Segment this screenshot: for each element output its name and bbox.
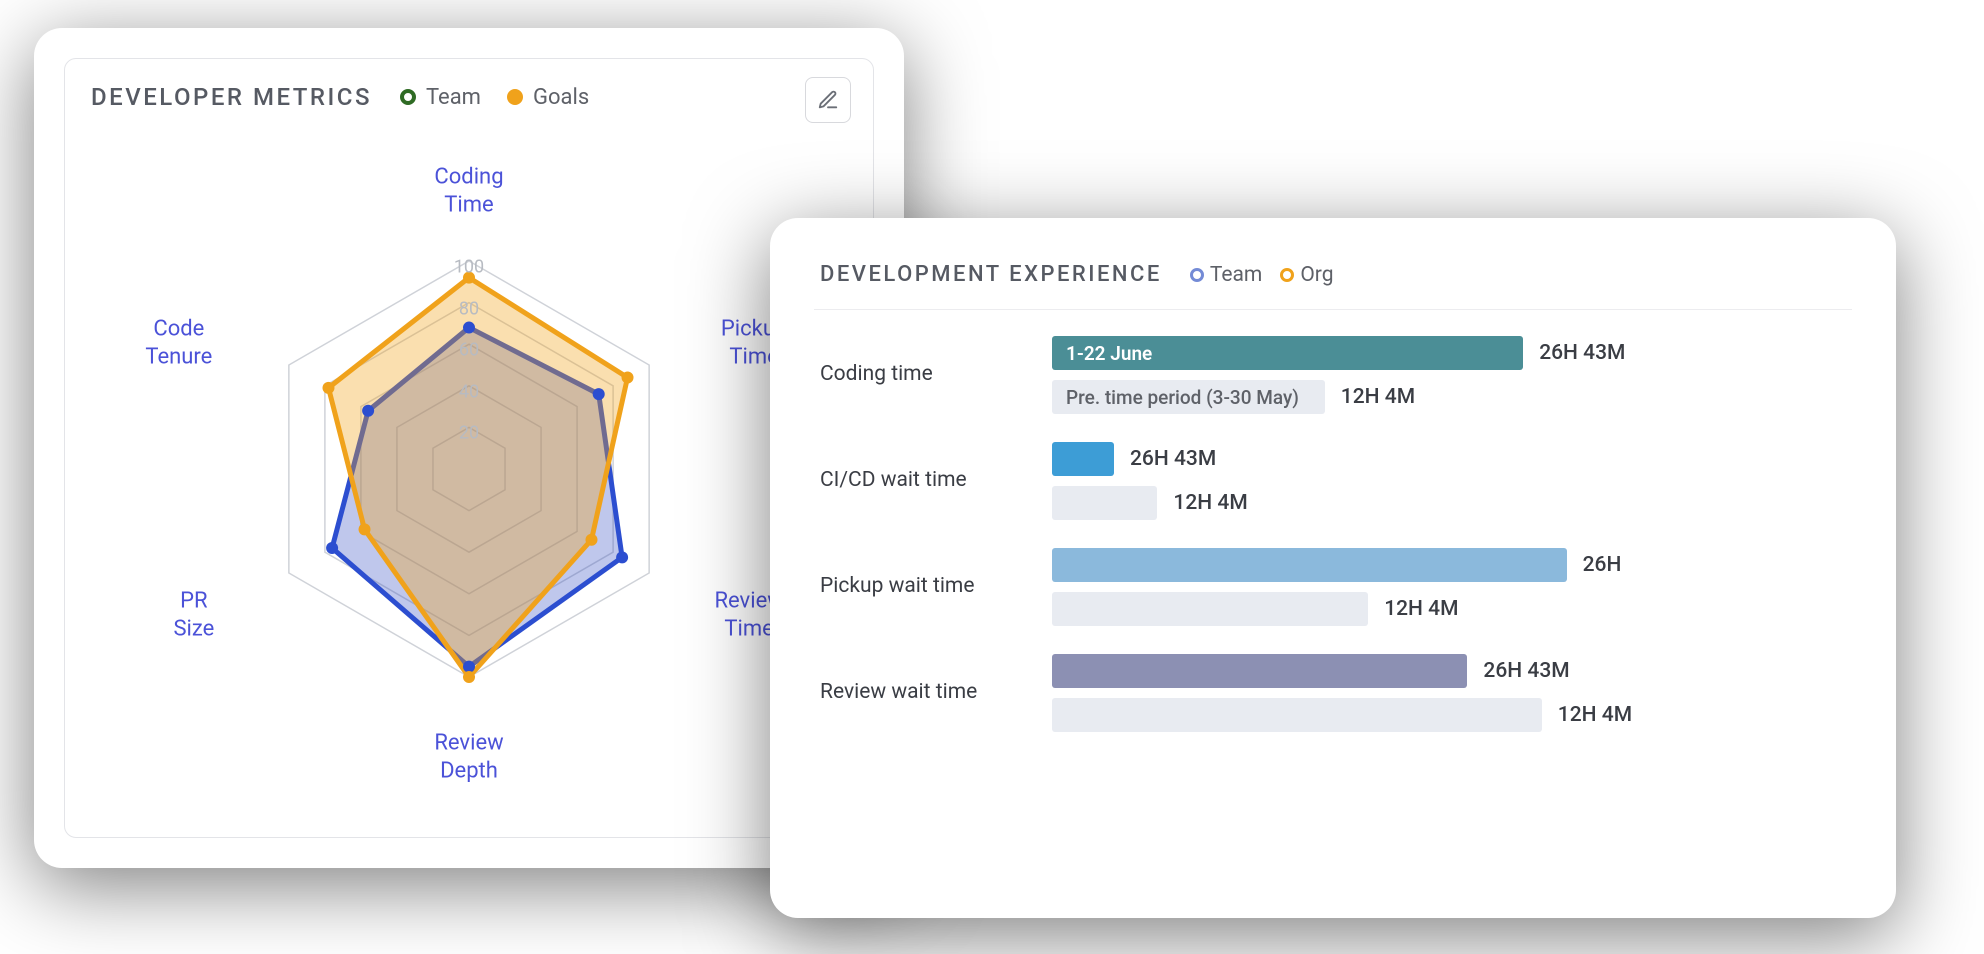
developer-metrics-legend: Team Goals — [400, 85, 589, 110]
development-experience-title: DEVELOPMENT EXPERIENCE — [820, 262, 1162, 287]
bar-row: Pickup wait time 26H 12H 4M — [820, 548, 1852, 626]
edit-button[interactable] — [805, 77, 851, 123]
legend-org-label: Org — [1300, 263, 1333, 287]
radar-tick-label: 100 — [454, 257, 484, 278]
legend-item-org: Org — [1280, 263, 1333, 287]
radar-axis-label: Review Depth — [434, 730, 503, 785]
bar-row-label: CI/CD wait time — [820, 468, 1030, 493]
development-experience-header: DEVELOPMENT EXPERIENCE Team Org — [814, 258, 1852, 310]
bar-previous: Pre. time period (3-30 May) — [1052, 380, 1325, 414]
legend-goals-label: Goals — [533, 85, 589, 110]
bar-row: Coding time 1-22 June 26H 43M Pre. time per… — [820, 336, 1852, 414]
radar-tick-label: 60 — [459, 340, 479, 361]
bar-current — [1052, 654, 1467, 688]
legend-team-label: Team — [426, 85, 481, 110]
bar-current-value: 26H 43M — [1130, 447, 1216, 471]
bar-previous — [1052, 698, 1542, 732]
bar-row-label: Pickup wait time — [820, 574, 1030, 599]
bar-row-track: 26H 43M 12H 4M — [1052, 442, 1852, 520]
bar-previous-value: 12H 4M — [1173, 491, 1247, 515]
bar-current-value: 26H — [1583, 553, 1622, 577]
bar-current — [1052, 442, 1114, 476]
bar-current-value: 26H 43M — [1483, 659, 1569, 683]
bar-row: Review wait time 26H 43M 12H 4M — [820, 654, 1852, 732]
bar-current-value: 26H 43M — [1539, 341, 1625, 365]
bar-row-track: 26H 12H 4M — [1052, 548, 1852, 626]
radar-tick-label: 20 — [459, 423, 479, 444]
radar-axis-label: PR Size — [173, 588, 214, 643]
radar-tick-label: 80 — [459, 298, 479, 319]
bar-row-track: 1-22 June 26H 43M Pre. time period (3-30 M… — [1052, 336, 1852, 414]
development-experience-rows: Coding time 1-22 June 26H 43M Pre. time per… — [814, 336, 1852, 732]
developer-metrics-title: DEVELOPER METRICS — [91, 83, 372, 111]
legend-item-team: Team — [1190, 263, 1263, 287]
bar-row-label: Coding time — [820, 362, 1030, 387]
bar-previous — [1052, 486, 1157, 520]
developer-metrics-header: DEVELOPER METRICS Team Goals — [91, 83, 847, 111]
bar-previous — [1052, 592, 1368, 626]
pencil-icon — [817, 89, 839, 111]
radar-tick-label: 40 — [459, 381, 479, 402]
radar-axis-label: Coding Time — [434, 164, 503, 219]
development-experience-legend: Team Org — [1190, 263, 1334, 287]
legend-team-label: Team — [1210, 263, 1263, 287]
bar-current: 1-22 June — [1052, 336, 1523, 370]
legend-org-swatch — [1280, 268, 1294, 282]
development-experience-card: DEVELOPMENT EXPERIENCE Team Org Coding t… — [770, 218, 1896, 918]
bar-row-label: Review wait time — [820, 680, 1030, 705]
bar-previous-value: 12H 4M — [1341, 385, 1415, 409]
developer-metrics-chart: Coding TimePickup TimeReview TimeReview … — [91, 123, 847, 763]
legend-team-swatch — [400, 89, 416, 105]
bar-current — [1052, 548, 1567, 582]
radar-axis-label: Code Tenure — [145, 316, 212, 371]
legend-item-team: Team — [400, 85, 481, 110]
legend-team-swatch — [1190, 268, 1204, 282]
bar-row: CI/CD wait time 26H 43M 12H 4M — [820, 442, 1852, 520]
bar-previous-value: 12H 4M — [1384, 597, 1458, 621]
developer-metrics-card-body: DEVELOPER METRICS Team Goals Coding Time… — [64, 58, 874, 838]
bar-previous-value: 12H 4M — [1558, 703, 1632, 727]
legend-goals-swatch — [507, 89, 523, 105]
legend-item-goals: Goals — [507, 85, 589, 110]
bar-row-track: 26H 43M 12H 4M — [1052, 654, 1852, 732]
